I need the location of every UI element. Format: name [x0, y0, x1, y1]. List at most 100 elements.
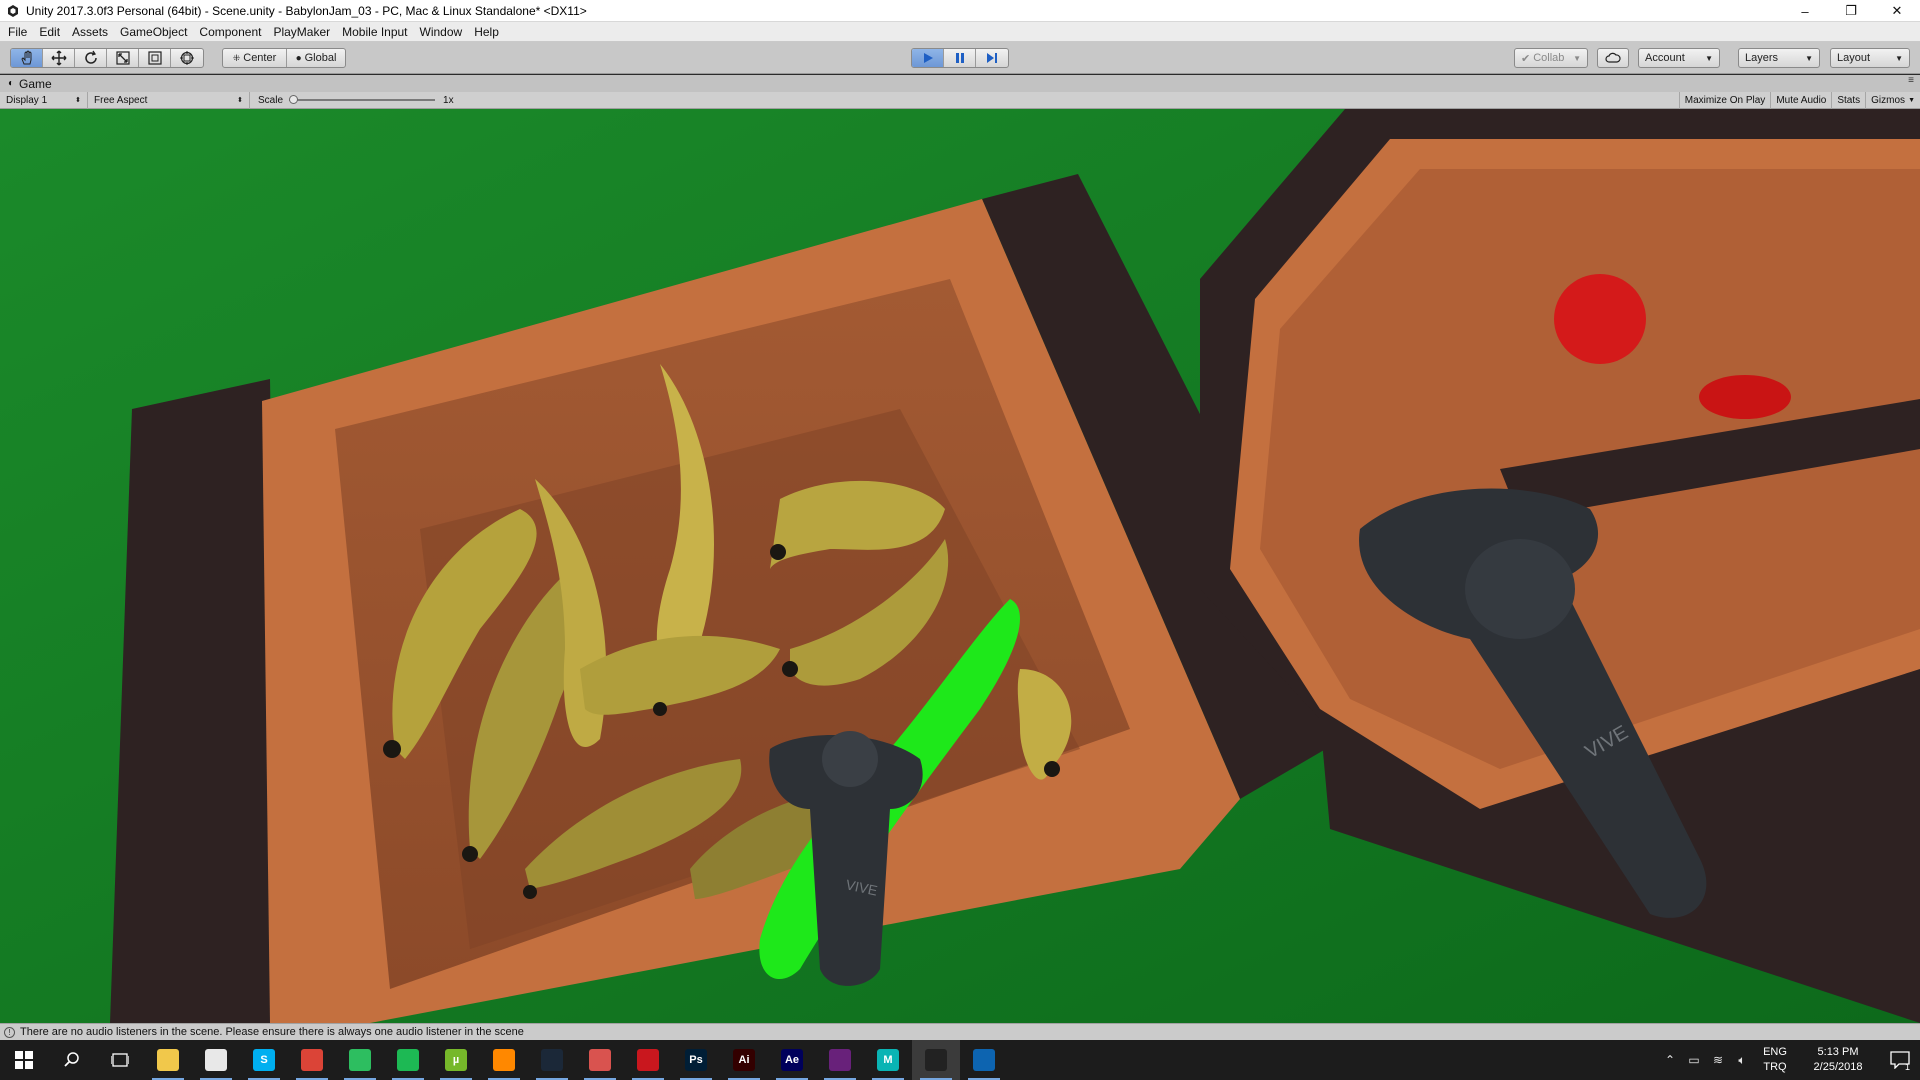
gizmos-dropdown[interactable]: Gizmos ▼: [1865, 92, 1920, 109]
task-view-button[interactable]: [96, 1040, 144, 1080]
tab-game[interactable]: ◐ Game: [0, 75, 60, 92]
layers-dropdown[interactable]: Layers ▼: [1738, 48, 1820, 68]
account-dropdown[interactable]: Account ▼: [1638, 48, 1720, 68]
menu-component[interactable]: Component: [193, 22, 267, 42]
pause-button[interactable]: [944, 49, 976, 67]
step-button[interactable]: [976, 49, 1008, 67]
move-tool-button[interactable]: [43, 49, 75, 67]
taskbar-app-skype[interactable]: S: [240, 1040, 288, 1080]
maximize-on-play-toggle[interactable]: Maximize On Play: [1678, 92, 1771, 109]
game-tab-bar: ◐ Game ≡: [0, 75, 1920, 92]
taskbar-app-acrobat[interactable]: [624, 1040, 672, 1080]
taskbar-app-utorrent[interactable]: µ: [432, 1040, 480, 1080]
action-center-button[interactable]: 1: [1880, 1040, 1920, 1080]
taskbar-app-vlc[interactable]: [480, 1040, 528, 1080]
language-secondary: TRQ: [1763, 1061, 1787, 1073]
maya-icon: M: [877, 1049, 899, 1071]
close-button[interactable]: ✕: [1874, 0, 1920, 22]
paint-icon: [205, 1049, 227, 1071]
language-indicator[interactable]: ENG TRQ: [1754, 1045, 1796, 1075]
pivot-icon: ⁜: [232, 52, 241, 63]
battery-icon[interactable]: ▭: [1682, 1040, 1706, 1080]
transform-tool-button[interactable]: [171, 49, 203, 67]
pacman-icon: ◐: [8, 78, 15, 89]
taskbar-app-maya[interactable]: M: [864, 1040, 912, 1080]
mute-audio-toggle[interactable]: Mute Audio: [1770, 92, 1831, 109]
taskbar-app-illustrator[interactable]: Ai: [720, 1040, 768, 1080]
taskbar-app-chrome[interactable]: [288, 1040, 336, 1080]
chevron-down-icon: ▼: [1895, 53, 1903, 63]
skype-icon: S: [253, 1049, 275, 1071]
task-view-icon: [111, 1053, 129, 1067]
scale-slider-thumb[interactable]: [289, 95, 299, 104]
rotate-tool-button[interactable]: [75, 49, 107, 67]
menu-playmaker[interactable]: PlayMaker: [267, 22, 336, 42]
cloud-icon: [1605, 52, 1621, 63]
taskbar-app-file-explorer[interactable]: [144, 1040, 192, 1080]
pivot-rotation-button[interactable]: ● Global: [287, 49, 345, 67]
window-title-bar: Unity 2017.3.0f3 Personal (64bit) - Scen…: [0, 0, 1920, 22]
taskbar-app-steamvr[interactable]: [960, 1040, 1008, 1080]
taskbar-app-steam[interactable]: [528, 1040, 576, 1080]
rotate-icon: [84, 50, 97, 64]
taskbar-app-sketchup[interactable]: [576, 1040, 624, 1080]
play-button[interactable]: [912, 49, 944, 67]
chevron-up-icon[interactable]: ⌃: [1658, 1040, 1682, 1080]
search-button[interactable]: [48, 1040, 96, 1080]
sketchup-icon: [589, 1049, 611, 1071]
scene-render: VIVE VIVE: [0, 109, 1920, 1023]
menu-help[interactable]: Help: [468, 22, 505, 42]
console-status-bar[interactable]: ! There are no audio listeners in the sc…: [0, 1023, 1920, 1040]
game-view-toggles: Maximize On Play Mute Audio Stats Gizmos…: [1678, 92, 1920, 109]
window-title: Unity 2017.3.0f3 Personal (64bit) - Scen…: [26, 3, 587, 18]
rect-tool-button[interactable]: [139, 49, 171, 67]
clock[interactable]: 5:13 PM 2/25/2018: [1796, 1045, 1880, 1075]
game-view-viewport[interactable]: VIVE VIVE: [0, 109, 1920, 1023]
menu-gameobject[interactable]: GameObject: [114, 22, 193, 42]
taskbar-app-after-effects[interactable]: Ae: [768, 1040, 816, 1080]
restore-button[interactable]: ❐: [1828, 0, 1874, 22]
game-view-controls: Display 1 ⬍ Free Aspect ⬍ Scale 1x Maxim…: [0, 91, 1920, 109]
chevron-down-icon: ▼: [1908, 97, 1915, 104]
panel-menu-icon[interactable]: ≡: [1908, 75, 1914, 86]
clock-time: 5:13 PM: [1817, 1046, 1859, 1058]
pivot-mode-label: Center: [243, 52, 277, 64]
layout-dropdown[interactable]: Layout ▼: [1830, 48, 1910, 68]
spotify-icon: [397, 1049, 419, 1071]
cloud-button[interactable]: [1597, 48, 1629, 68]
scale-slider[interactable]: [289, 95, 436, 104]
pivot-controls: ⁜ Center ● Global: [222, 48, 346, 68]
taskbar-app-unity[interactable]: [912, 1040, 960, 1080]
scale-value: 1x: [443, 94, 454, 106]
stats-toggle[interactable]: Stats: [1831, 92, 1865, 109]
wifi-icon[interactable]: ≋: [1706, 1040, 1730, 1080]
pivot-mode-button[interactable]: ⁜ Center: [223, 49, 287, 67]
photoshop-icon: Ps: [685, 1049, 707, 1071]
aspect-dropdown[interactable]: Free Aspect ⬍: [88, 91, 250, 109]
windows-taskbar: Sµ Ps Ai Ae M ⌃ ▭ ≋ 🔈︎ ENG TRQ 5:13 PM 2/25/…: [0, 1040, 1920, 1080]
minimize-button[interactable]: –: [1782, 0, 1828, 22]
menu-edit[interactable]: Edit: [33, 22, 66, 42]
display-dropdown[interactable]: Display 1 ⬍: [0, 91, 88, 109]
volume-icon[interactable]: 🔈︎: [1730, 1040, 1754, 1080]
menu-file[interactable]: File: [2, 22, 33, 42]
layers-label: Layers: [1745, 52, 1779, 64]
collab-label: Collab: [1533, 52, 1565, 64]
info-icon: !: [4, 1026, 15, 1038]
hand-tool-button[interactable]: [11, 49, 43, 67]
file-explorer-icon: [157, 1049, 179, 1071]
taskbar-app-paint[interactable]: [192, 1040, 240, 1080]
menu-assets[interactable]: Assets: [66, 22, 114, 42]
taskbar-app-visual-studio[interactable]: [816, 1040, 864, 1080]
start-button[interactable]: [0, 1040, 48, 1080]
scale-icon: [115, 51, 130, 65]
evernote-icon: [349, 1049, 371, 1071]
taskbar-app-spotify[interactable]: [384, 1040, 432, 1080]
menu-window[interactable]: Window: [414, 22, 469, 42]
taskbar-app-photoshop[interactable]: Ps: [672, 1040, 720, 1080]
search-icon: [64, 1052, 79, 1067]
menu-mobile-input[interactable]: Mobile Input: [336, 22, 413, 42]
scale-tool-button[interactable]: [107, 49, 139, 67]
taskbar-app-evernote[interactable]: [336, 1040, 384, 1080]
collab-dropdown[interactable]: ✔ Collab ▼: [1514, 48, 1588, 68]
